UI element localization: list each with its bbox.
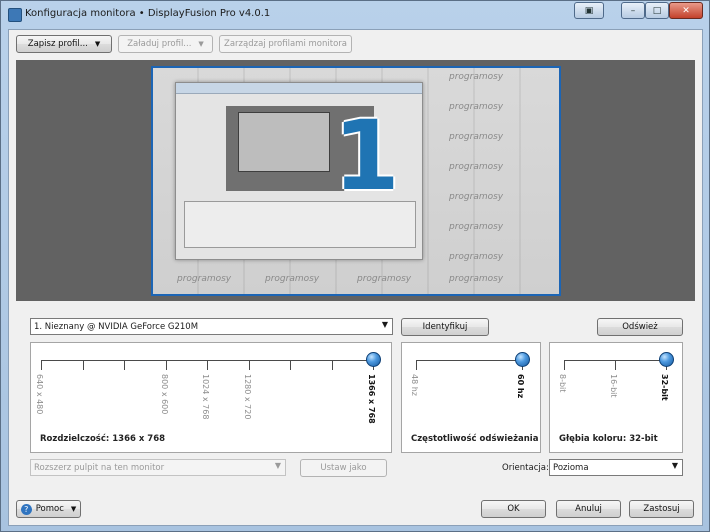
watermark-text: programosy [449, 252, 504, 262]
help-button[interactable]: ? Pomoc ▼ [16, 500, 81, 518]
resolution-option-label: 1366 x 768 [367, 374, 376, 424]
app-icon [8, 8, 22, 22]
monitor-1-preview[interactable]: programosy programosy programosy program… [151, 66, 561, 296]
window-title: Konfiguracja monitora • DisplayFusion Pr… [25, 8, 271, 19]
watermark-text: programosy [449, 162, 504, 172]
title-bar: Konfiguracja monitora • DisplayFusion Pr… [1, 1, 709, 29]
cancel-button[interactable]: Anuluj [556, 500, 621, 518]
watermark-text: programosy [449, 222, 504, 232]
resolution-caption: Rozdzielczość: 1366 x 768 [40, 434, 166, 444]
watermark-text: programosy [449, 72, 504, 82]
resolution-slider-group: Rozdzielczość: 1366 x 768 640 x 480 800 x… [30, 342, 392, 453]
save-profile-label: Zapisz profil... [27, 39, 88, 49]
orientation-label: Orientacja: [502, 463, 549, 473]
app-window: Konfiguracja monitora • DisplayFusion Pr… [0, 0, 710, 532]
refresh_rate-slider-thumb[interactable] [515, 352, 530, 367]
chevron-down-icon: ▼ [274, 461, 281, 470]
resolution-slider-tick [249, 361, 250, 370]
set-as-button[interactable]: Ustaw jako [300, 459, 387, 477]
resolution-option-label: 1024 x 768 [201, 374, 210, 420]
watermark-text: programosy [265, 274, 320, 284]
color_depth-slider-thumb[interactable] [659, 352, 674, 367]
load-profile-button[interactable]: Załaduj profil... ▼ [118, 35, 213, 53]
resolution-slider-thumb[interactable] [366, 352, 381, 367]
resolution-option-label: 640 x 480 [35, 374, 44, 415]
resolution-slider-tick [83, 361, 84, 370]
color_depth-option-label: 32-bit [660, 374, 669, 401]
resolution-slider-tick [124, 361, 125, 370]
help-icon: ? [20, 503, 32, 515]
color_depth-option-label: 16-bit [609, 374, 618, 398]
resolution-slider-tick [207, 361, 208, 370]
resolution-slider-tick [41, 361, 42, 370]
chevron-down-icon: ▼ [94, 40, 101, 48]
refresh_rate-slider-tick [416, 361, 417, 370]
orientation-value: Pozioma [553, 462, 589, 473]
extra-window-button[interactable]: ▣ [574, 2, 604, 19]
color_depth-slider-tick [564, 361, 565, 370]
color-depth-slider-group: Głębia koloru: 32-bit 8-bit 16-bit 32-bit [549, 342, 683, 453]
monitor-number: 1 [333, 100, 400, 212]
resolution-option-label: 800 x 600 [160, 374, 169, 415]
watermark-text: programosy [177, 274, 232, 284]
color-depth-caption: Głębia koloru: 32-bit [559, 434, 658, 444]
refresh_rate-slider-track[interactable] [416, 360, 522, 361]
ok-button[interactable]: OK [481, 500, 546, 518]
monitor-preview-area: programosy programosy programosy program… [16, 60, 695, 301]
client-area: Zapisz profil... ▼ Załaduj profil... ▼ Zar… [8, 29, 703, 526]
chevron-down-icon: ▼ [198, 40, 204, 48]
color_depth-option-label: 8-bit [558, 374, 567, 393]
refresh_rate-option-label: 60 hz [516, 374, 525, 399]
resolution-slider-tick [166, 361, 167, 370]
watermark-text: programosy [449, 274, 504, 284]
chevron-down-icon: ▼ [671, 461, 678, 470]
watermark-text: programosy [357, 274, 412, 284]
help-label: Pomoc [35, 504, 64, 514]
refresh-rate-slider-group: Częstotliwość odświeżania 48 hz 60 hz [401, 342, 541, 453]
minimize-button[interactable]: – [621, 2, 645, 19]
extend-desktop-select[interactable]: Rozszerz pulpit na ten monitor ▼ [30, 459, 286, 476]
save-profile-button[interactable]: Zapisz profil... ▼ [16, 35, 112, 53]
monitor-select[interactable]: 1. Nieznany @ NVIDIA GeForce G210M ▼ [30, 318, 393, 335]
watermark-text: programosy [449, 102, 504, 112]
settings-panel: 1. Nieznany @ NVIDIA GeForce G210M ▼ Ide… [16, 316, 695, 486]
apply-button[interactable]: Zastosuj [629, 500, 694, 518]
chevron-down-icon: ▼ [381, 320, 388, 329]
maximize-button[interactable]: □ [645, 2, 669, 19]
watermark-text: programosy [449, 132, 504, 142]
load-profile-label: Załaduj profil... [127, 39, 192, 49]
resolution-slider-tick [290, 361, 291, 370]
resolution-option-label: 1280 x 720 [243, 374, 252, 420]
thumbnail-titlebar [176, 83, 422, 94]
refresh-button[interactable]: Odśwież [597, 318, 683, 336]
refresh-rate-caption: Częstotliwość odświeżania [411, 434, 539, 444]
chevron-down-icon: ▼ [70, 505, 77, 513]
resolution-slider-tick [332, 361, 333, 370]
watermark-text: programosy [449, 192, 504, 202]
manage-profiles-button[interactable]: Zarządzaj profilami monitora [219, 35, 352, 53]
monitor-select-value: 1. Nieznany @ NVIDIA GeForce G210M [34, 321, 199, 332]
refresh_rate-option-label: 48 hz [410, 374, 419, 396]
orientation-select[interactable]: Pozioma ▼ [549, 459, 683, 476]
extend-desktop-value: Rozszerz pulpit na ten monitor [34, 462, 165, 473]
identify-button[interactable]: Identyfikuj [401, 318, 489, 336]
color_depth-slider-tick [615, 361, 616, 370]
close-button[interactable]: ✕ [669, 2, 703, 19]
